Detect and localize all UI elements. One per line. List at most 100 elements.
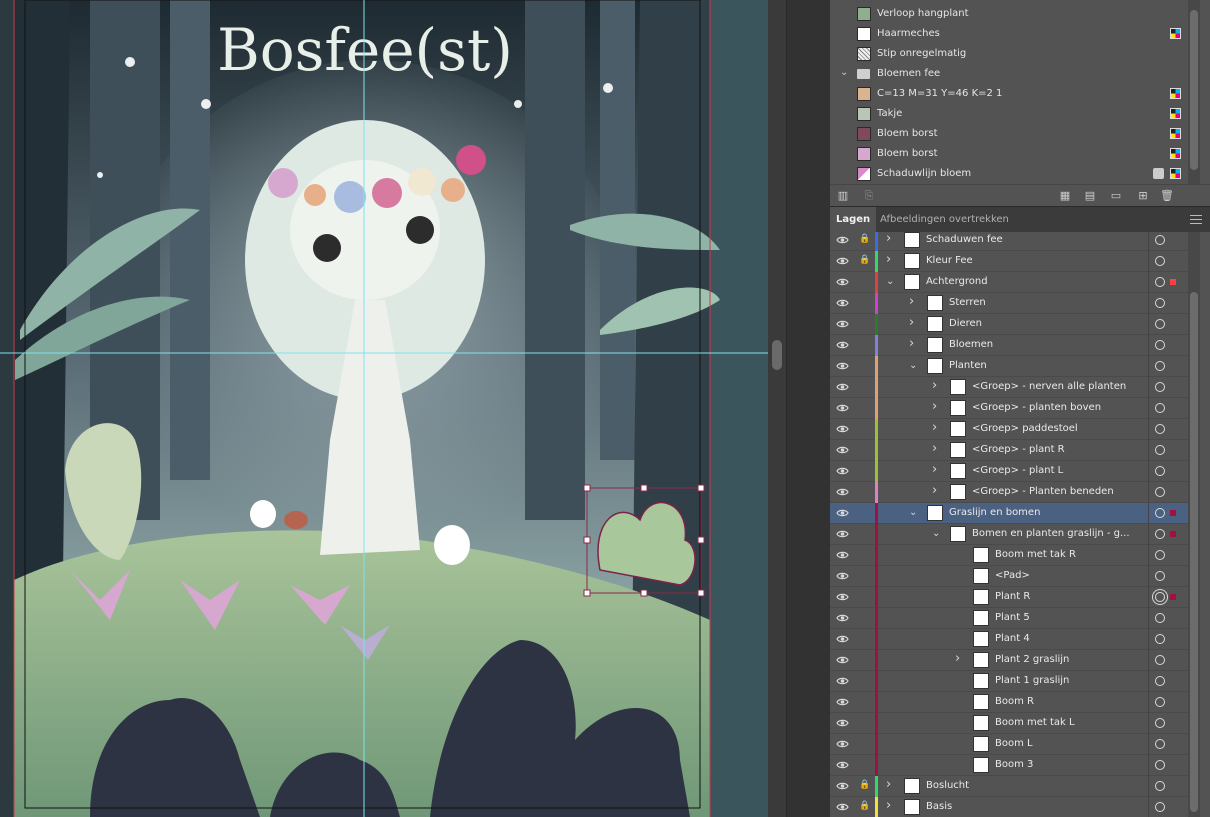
chevron-down-icon[interactable]: ⌄ xyxy=(932,528,940,539)
layer-row[interactable]: › <Groep> - nerven alle planten xyxy=(830,377,1188,398)
layer-row[interactable]: › <Groep> - Planten beneden xyxy=(830,482,1188,503)
lock-icon[interactable]: 🔒 xyxy=(859,801,870,811)
chevron-right-icon[interactable]: › xyxy=(932,483,937,498)
lock-icon[interactable]: 🔒 xyxy=(859,234,870,244)
scrollbar-thumb[interactable] xyxy=(772,340,782,370)
layer-row[interactable]: › <Groep> - plant L xyxy=(830,461,1188,482)
target-icon[interactable] xyxy=(1155,655,1165,665)
target-icon[interactable] xyxy=(1155,424,1165,434)
chevron-right-icon[interactable]: › xyxy=(932,462,937,477)
layer-name[interactable]: Boom L xyxy=(995,738,1033,749)
swatch-row[interactable]: Haarmeches xyxy=(830,24,1188,44)
layer-row[interactable]: › Sterren xyxy=(830,293,1188,314)
layer-row[interactable]: › Dieren xyxy=(830,314,1188,335)
swatch-row[interactable]: Schaduwlijn bloem xyxy=(830,164,1188,184)
layer-name[interactable]: Bomen en planten graslijn - g... xyxy=(972,528,1130,539)
chevron-right-icon[interactable]: › xyxy=(909,294,914,309)
layer-row[interactable]: › <Groep> - plant R xyxy=(830,440,1188,461)
chevron-right-icon[interactable]: › xyxy=(886,252,891,267)
chevron-right-icon[interactable]: › xyxy=(886,232,891,246)
target-icon[interactable] xyxy=(1155,613,1165,623)
layer-name[interactable]: <Groep> - plant L xyxy=(972,465,1063,476)
layer-name[interactable]: Basis xyxy=(926,801,952,812)
target-icon[interactable] xyxy=(1155,445,1165,455)
canvas-scrollbar[interactable] xyxy=(768,0,786,817)
swatch-options-icon[interactable]: ▤ xyxy=(1083,189,1097,202)
chevron-right-icon[interactable]: › xyxy=(909,315,914,330)
layer-name[interactable]: Graslijn en bomen xyxy=(949,507,1040,518)
selection-indicator[interactable] xyxy=(1170,510,1176,516)
layer-row[interactable]: Boom R xyxy=(830,692,1188,713)
eye-icon[interactable] xyxy=(836,256,849,266)
trash-icon[interactable]: 🗑 xyxy=(1160,189,1174,202)
layer-name[interactable]: Schaduwen fee xyxy=(926,234,1003,245)
layer-row[interactable]: 🔒 › Kleur Fee xyxy=(830,251,1188,272)
target-icon[interactable] xyxy=(1155,340,1165,350)
layer-name[interactable]: Boom met tak L xyxy=(995,717,1075,728)
layer-name[interactable]: <Groep> - Planten beneden xyxy=(972,486,1114,497)
target-icon[interactable] xyxy=(1155,571,1165,581)
artboard-canvas[interactable]: Bosfee(st) xyxy=(0,0,768,817)
target-icon[interactable] xyxy=(1155,466,1165,476)
tab-lagen[interactable]: Lagen xyxy=(830,207,877,233)
chevron-right-icon[interactable]: › xyxy=(886,777,891,792)
layer-name[interactable]: Plant 1 graslijn xyxy=(995,675,1069,686)
layer-name[interactable]: Boom met tak R xyxy=(995,549,1076,560)
selection-indicator[interactable] xyxy=(1170,594,1176,600)
layer-name[interactable]: <Groep> - plant R xyxy=(972,444,1065,455)
layer-row[interactable]: ⌄ Graslijn en bomen xyxy=(830,503,1188,524)
swatch-row[interactable]: Bloem borst xyxy=(830,144,1188,164)
eye-icon[interactable] xyxy=(836,235,849,245)
eye-icon[interactable] xyxy=(836,697,849,707)
eye-icon[interactable] xyxy=(836,529,849,539)
layer-name[interactable]: Boslucht xyxy=(926,780,969,791)
eye-icon[interactable] xyxy=(836,571,849,581)
layer-row[interactable]: Plant R xyxy=(830,587,1188,608)
show-swatch-kinds-icon[interactable]: ▦ xyxy=(1058,189,1072,202)
target-icon[interactable] xyxy=(1155,319,1165,329)
eye-icon[interactable] xyxy=(836,760,849,770)
swatch-row[interactable]: Takje xyxy=(830,104,1188,124)
layer-name[interactable]: Plant 4 xyxy=(995,633,1030,644)
eye-icon[interactable] xyxy=(836,802,849,812)
target-icon[interactable] xyxy=(1155,382,1165,392)
layer-row[interactable]: ⌄ Planten xyxy=(830,356,1188,377)
selection-indicator[interactable] xyxy=(1170,531,1176,537)
chevron-right-icon[interactable]: › xyxy=(932,420,937,435)
chevron-right-icon[interactable]: › xyxy=(955,651,960,666)
eye-icon[interactable] xyxy=(836,340,849,350)
target-icon[interactable] xyxy=(1155,697,1165,707)
eye-icon[interactable] xyxy=(836,487,849,497)
eye-icon[interactable] xyxy=(836,508,849,518)
eye-icon[interactable] xyxy=(836,550,849,560)
layer-row[interactable]: › Plant 2 graslijn xyxy=(830,650,1188,671)
chevron-down-icon[interactable]: ⌄ xyxy=(840,67,848,78)
layer-row[interactable]: <Pad> xyxy=(830,566,1188,587)
layer-row[interactable]: › <Groep> - planten boven xyxy=(830,398,1188,419)
chevron-right-icon[interactable]: › xyxy=(932,441,937,456)
layer-name[interactable]: <Groep> - planten boven xyxy=(972,402,1101,413)
target-icon[interactable] xyxy=(1155,802,1165,812)
chevron-right-icon[interactable]: › xyxy=(886,798,891,813)
eye-icon[interactable] xyxy=(836,718,849,728)
layer-name[interactable]: Boom R xyxy=(995,696,1034,707)
layer-name[interactable]: <Pad> xyxy=(995,570,1030,581)
chevron-down-icon[interactable]: ⌄ xyxy=(909,360,917,371)
eye-icon[interactable] xyxy=(836,424,849,434)
selection-indicator[interactable] xyxy=(1170,279,1176,285)
eye-icon[interactable] xyxy=(836,466,849,476)
lock-icon[interactable]: 🔒 xyxy=(859,780,870,790)
swatch-folder[interactable]: ⌄ Bloemen fee xyxy=(830,64,1188,84)
chevron-down-icon[interactable]: ⌄ xyxy=(909,507,917,518)
target-icon[interactable] xyxy=(1155,592,1165,602)
layer-row[interactable]: › <Groep> paddestoel xyxy=(830,419,1188,440)
eye-icon[interactable] xyxy=(836,382,849,392)
tab-afbeeldingen-overtrekken[interactable]: Afbeeldingen overtrekken xyxy=(874,207,1015,233)
place-swatch-icon[interactable]: ⎘ xyxy=(862,189,876,202)
layer-row[interactable]: ⌄ Achtergrond xyxy=(830,272,1188,293)
target-icon[interactable] xyxy=(1155,550,1165,560)
target-icon[interactable] xyxy=(1155,487,1165,497)
eye-icon[interactable] xyxy=(836,655,849,665)
target-icon[interactable] xyxy=(1155,634,1165,644)
layer-name[interactable]: Plant 5 xyxy=(995,612,1030,623)
